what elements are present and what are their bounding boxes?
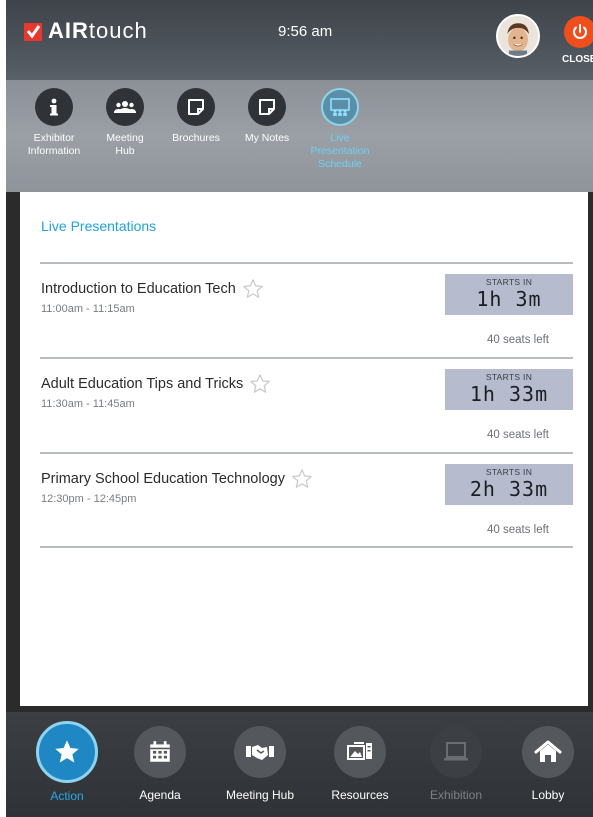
presentation-title-wrap: Introduction to Education Tech	[41, 278, 264, 300]
starts-in-label: STARTS IN	[485, 467, 533, 477]
starts-in-badge: STARTS IN 2h 33m	[445, 464, 573, 505]
note-icon	[259, 99, 275, 115]
top-bar: AIRtouch 9:56 am CLOSE	[6, 0, 593, 80]
starts-in-label: STARTS IN	[485, 372, 533, 382]
dock-resources[interactable]: Resources	[318, 726, 402, 802]
presentations-panel: Live Presentations Introduction to Educa…	[20, 192, 588, 706]
dock-label: Resources	[331, 788, 389, 802]
nav-brochures[interactable]: Brochures	[161, 88, 231, 145]
star-icon	[55, 740, 79, 763]
nav-label: My Notes	[244, 132, 290, 144]
seats-left: 40 seats left	[486, 429, 549, 441]
presentation-row[interactable]: Adult Education Tips and Tricks 11:30am …	[40, 359, 573, 453]
presentation-title: Introduction to Education Tech	[41, 281, 236, 297]
nav-exhibitor-information[interactable]: Exhibitor Information	[19, 88, 89, 158]
dock-lobby[interactable]: Lobby	[506, 726, 590, 802]
dock-label: Exhibition	[429, 788, 483, 802]
presentation-row[interactable]: Primary School Education Technology 12:3…	[40, 454, 573, 548]
starts-in-badge: STARTS IN 1h 33m	[445, 369, 573, 410]
dock-action[interactable]: Action	[25, 721, 109, 803]
info-icon	[50, 98, 58, 116]
home-icon	[534, 740, 562, 762]
monitor-icon	[444, 742, 468, 761]
nav-label: Meeting Hub	[106, 132, 144, 157]
dock-label: Lobby	[531, 788, 565, 802]
brand-logo: AIR touch	[22, 18, 148, 44]
presentation-row[interactable]: Introduction to Education Tech 11:00am -…	[40, 264, 573, 358]
presentation-title-wrap: Primary School Education Technology	[41, 468, 313, 490]
starts-in-value: 1h 3m	[476, 287, 542, 311]
nav-label: Brochures	[172, 132, 220, 144]
starts-in-value: 1h 33m	[469, 382, 549, 406]
presentation-icon	[330, 98, 350, 116]
bottom-dock: Action Agenda Meeting Hub Resources Exhi…	[6, 712, 593, 817]
favorite-star-icon[interactable]	[291, 468, 313, 490]
dock-exhibition[interactable]: Exhibition	[414, 726, 498, 802]
user-avatar[interactable]	[496, 14, 540, 58]
seats-left: 40 seats left	[486, 334, 549, 346]
clock: 9:56 am	[278, 23, 333, 40]
handshake-icon	[246, 745, 274, 760]
seats-left: 40 seats left	[486, 524, 549, 536]
dock-meeting-hub[interactable]: Meeting Hub	[218, 726, 302, 802]
presentation-title-wrap: Adult Education Tips and Tricks	[41, 373, 271, 395]
divider	[40, 546, 573, 548]
presentation-title: Adult Education Tips and Tricks	[41, 376, 244, 392]
nav-label: Exhibitor Information	[27, 132, 81, 157]
presentation-title: Primary School Education Technology	[41, 471, 285, 487]
nav-live-presentation-schedule[interactable]: Live Presentation Schedule	[305, 88, 375, 171]
close-label: CLOSE	[562, 54, 593, 65]
dock-label: Meeting Hub	[225, 788, 295, 802]
presentation-time: 12:30pm - 12:45pm	[41, 493, 137, 505]
favorite-star-icon[interactable]	[249, 373, 271, 395]
favorite-star-icon[interactable]	[242, 278, 264, 300]
avatar-face-icon	[498, 16, 538, 56]
presentation-time: 11:00am - 11:15am	[41, 303, 135, 315]
brand-touch: touch	[88, 18, 148, 43]
starts-in-value: 2h 33m	[469, 477, 549, 501]
dock-label: Agenda	[139, 788, 181, 802]
panel-title: Live Presentations	[41, 218, 157, 234]
people-icon	[114, 101, 136, 113]
app-frame: AIR touch 9:56 am CLOS Exhibitor Informa…	[6, 0, 593, 817]
close-button[interactable]	[564, 16, 593, 48]
note-icon	[188, 99, 204, 115]
calendar-icon	[150, 741, 170, 762]
starts-in-label: STARTS IN	[485, 277, 533, 287]
dock-agenda[interactable]: Agenda	[118, 726, 202, 802]
nav-my-notes[interactable]: My Notes	[232, 88, 302, 145]
exhibitor-nav: Exhibitor Information Meeting Hub Brochu…	[6, 80, 593, 192]
resources-icon	[347, 742, 372, 760]
brand-air: AIR	[48, 18, 89, 43]
presentation-time: 11:30am - 11:45am	[41, 398, 135, 410]
nav-meeting-hub[interactable]: Meeting Hub	[90, 88, 160, 158]
starts-in-badge: STARTS IN 1h 3m	[445, 274, 573, 315]
check-mark-icon	[24, 23, 42, 41]
dock-label: Action	[50, 789, 84, 803]
nav-label: Live Presentation Schedule	[310, 132, 370, 170]
power-icon	[573, 24, 587, 39]
